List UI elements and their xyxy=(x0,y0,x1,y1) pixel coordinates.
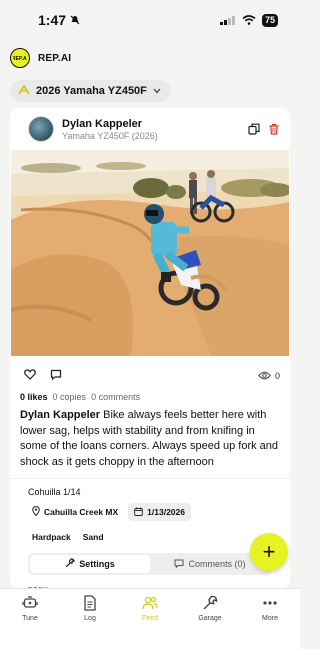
calendar-icon xyxy=(134,507,143,518)
plus-icon: + xyxy=(262,539,276,564)
nav-item-log[interactable]: Log xyxy=(60,595,120,649)
bell-muted-icon xyxy=(70,12,80,28)
comments-count[interactable]: 0 comments xyxy=(91,392,140,402)
bike-selector[interactable]: 2026 Yamaha YZ450F xyxy=(10,80,171,102)
comment-icon[interactable] xyxy=(50,367,62,385)
likes-count[interactable]: 0 likes xyxy=(20,392,48,402)
date-label: 1/13/2026 xyxy=(147,507,185,517)
tag-sand: Sand xyxy=(82,532,104,542)
session-name: Cohuilla 1/14 xyxy=(28,487,81,497)
wrench-icon xyxy=(65,558,75,570)
document-icon xyxy=(82,595,98,611)
bike-selector-label: 2026 Yamaha YZ450F xyxy=(36,85,147,97)
terrain-tags: Hardpack Sand xyxy=(28,529,272,545)
signal-icon xyxy=(219,12,236,28)
comment-icon xyxy=(174,559,184,570)
add-post-button[interactable]: + xyxy=(250,533,288,571)
nav-label-more: More xyxy=(262,615,278,622)
copies-count: 0 copies xyxy=(52,392,87,402)
nav-label-feed: Feed xyxy=(142,615,158,622)
wifi-icon xyxy=(242,12,256,28)
nav-label-garage: Garage xyxy=(198,615,222,622)
app-header: REP.AI REP.AI xyxy=(0,40,300,76)
tab-settings-label: Settings xyxy=(79,559,115,569)
view-count-value: 0 xyxy=(274,371,280,381)
heart-icon[interactable] xyxy=(24,367,36,385)
caption-author: Dylan Kappeler xyxy=(20,409,101,421)
post-author-name[interactable]: Dylan Kappeler xyxy=(62,118,240,130)
location-label: Cahuilla Creek MX xyxy=(44,507,119,517)
nav-label-log: Log xyxy=(84,615,96,622)
avatar[interactable] xyxy=(28,116,54,142)
nav-item-more[interactable]: More xyxy=(240,595,300,649)
view-count: 0 xyxy=(258,371,280,382)
nav-item-feed[interactable]: Feed xyxy=(120,595,180,649)
status-time: 1:47 xyxy=(38,12,67,28)
app-logo: REP.AI xyxy=(10,48,30,68)
date-chip[interactable]: 1/13/2026 xyxy=(128,503,191,521)
post-author-bike: Yamaha YZ450F (2026) xyxy=(62,130,158,141)
people-icon xyxy=(142,595,158,611)
eye-icon xyxy=(258,371,271,382)
feed-post-card: Dylan Kappeler Yamaha YZ450F (2026) 0 0 … xyxy=(10,108,290,588)
location-chip[interactable]: Cahuilla Creek MX xyxy=(28,503,122,521)
wrench-icon xyxy=(202,595,218,611)
tab-comments-label: Comments (0) xyxy=(188,559,246,569)
session-details: Cohuilla 1/14 Cahuilla Creek MX 1/13/202… xyxy=(10,479,290,545)
bike-brand-icon xyxy=(18,83,30,98)
post-detail-tabs: Settings Comments (0) xyxy=(28,553,272,575)
tab-settings[interactable]: Settings xyxy=(30,555,150,573)
status-bar: 1:47 75 xyxy=(0,0,300,40)
svg-text:REP.AI: REP.AI xyxy=(13,56,27,62)
post-stats: 0 likes 0 copies 0 comments xyxy=(10,392,290,402)
more-dots-icon xyxy=(262,595,278,611)
nav-label-tune: Tune xyxy=(22,615,38,622)
location-pin-icon xyxy=(32,506,40,518)
trash-icon[interactable] xyxy=(268,123,280,135)
battery-indicator: 75 xyxy=(261,13,278,27)
chevron-down-icon xyxy=(153,86,161,96)
post-photo[interactable] xyxy=(11,150,289,356)
copy-icon[interactable] xyxy=(248,123,260,135)
nav-item-tune[interactable]: Tune xyxy=(0,595,60,649)
motor-icon xyxy=(22,595,38,611)
bottom-nav: Tune Log Feed Garage More xyxy=(0,588,300,649)
app-title: REP.AI xyxy=(38,52,72,64)
nav-item-garage[interactable]: Garage xyxy=(180,595,240,649)
post-caption: Dylan Kappeler Bike always feels better … xyxy=(10,402,290,470)
tag-hardpack: Hardpack xyxy=(32,532,71,542)
post-actions: 0 xyxy=(10,360,290,392)
section-label-fork: FORK xyxy=(10,575,290,588)
post-header: Dylan Kappeler Yamaha YZ450F (2026) xyxy=(10,108,290,150)
